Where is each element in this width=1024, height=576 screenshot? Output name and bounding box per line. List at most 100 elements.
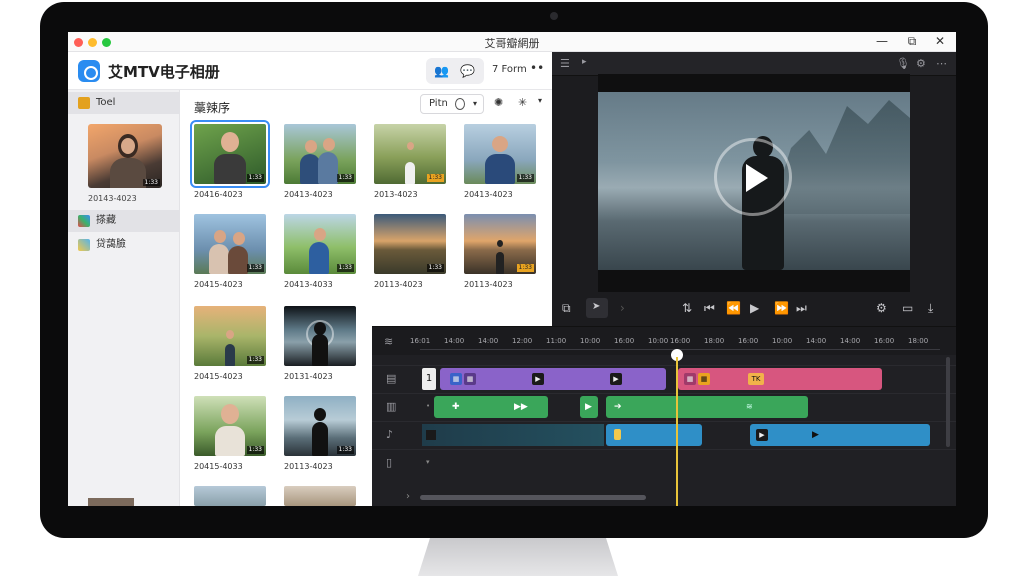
timeline-clip-purple[interactable]: ▦ ▦ ▶ ▶ <box>440 368 666 390</box>
rewind-icon[interactable]: ⏮ <box>704 301 715 316</box>
sparkle-icon[interactable]: ✳ <box>518 96 527 109</box>
redo-icon[interactable]: › <box>620 301 625 315</box>
photo-date: 20416-4023 <box>194 190 243 199</box>
photo-thumbnail[interactable] <box>284 306 356 366</box>
audio-clip-icon <box>426 430 436 440</box>
photo-thumbnail[interactable]: 1:33 <box>284 396 356 456</box>
webcam <box>550 12 558 20</box>
app-name: 艾MTV电子相册 <box>108 63 220 81</box>
time-ruler[interactable]: ≋ 16:01 14:00 14:00 12:00 11:00 10:00 16… <box>372 327 956 355</box>
effects-gear-icon[interactable]: ⚙ <box>876 301 887 315</box>
album-cover-thumbnail[interactable]: 1:33 <box>88 124 162 188</box>
timeline-clip-green-short[interactable]: ▶ <box>580 396 598 418</box>
sidebar-item-tool[interactable]: Toel <box>68 92 180 114</box>
content-title: 藁辣序 <box>194 101 231 115</box>
audio-waveform[interactable] <box>422 424 604 446</box>
pointer-icon[interactable]: ▸ <box>582 57 587 67</box>
ruler-tick: 11:00 <box>546 337 567 345</box>
photo-thumbnail[interactable]: 1:33 <box>374 124 446 184</box>
menu-icon[interactable]: ☰ <box>560 57 570 70</box>
photo-thumbnail[interactable]: 1:33 <box>374 214 446 274</box>
chevron-right-icon[interactable]: › <box>406 491 410 502</box>
playback-controls: ⧉ ➤ › ⇅ ⏮ ⏪ ▶ ⏩ ⏭ ⚙ ▭ ⤓ <box>552 294 956 322</box>
timeline-clip-green[interactable]: ✚ ▶▶ <box>434 396 548 418</box>
fast-forward-icon[interactable]: ⏭ <box>796 301 807 316</box>
settings-gear-icon[interactable]: ✺ <box>494 96 503 109</box>
play-button-icon[interactable]: ▶ <box>750 301 759 315</box>
palette-icon <box>78 215 90 227</box>
playhead[interactable] <box>676 357 678 506</box>
device-icon: ▯ <box>386 456 393 469</box>
chevron-down-icon[interactable]: ▾ <box>538 96 542 105</box>
duration-badge: 1:33 <box>336 446 354 454</box>
photo-date: 20113-4023 <box>464 280 513 289</box>
view-mode-label[interactable]: 7 Form <box>492 64 527 75</box>
chevron-down-icon: ▾ <box>473 99 478 108</box>
video-track-2: ▥ • ✚ ▶▶ ▶ ➔ ≋ <box>372 393 956 419</box>
timeline-settings-icon[interactable]: ≋ <box>384 335 393 348</box>
duration-badge: 1:33 <box>246 356 264 364</box>
ruler-tick: 16:00 <box>614 337 635 345</box>
filter-dropdown[interactable]: Pitn ▾ <box>420 94 484 114</box>
step-forward-icon[interactable]: ⏩ <box>774 301 789 315</box>
crop-icon[interactable]: ⧉ <box>562 301 571 316</box>
ruler-tick: 18:00 <box>908 337 929 345</box>
overlay-track-icon: ▥ <box>386 400 397 413</box>
ruler-tick: 12:00 <box>512 337 533 345</box>
microphone-icon[interactable]: 🎙 <box>896 57 910 70</box>
timeline-clip-pink[interactable]: ▦ ▦ TK <box>678 368 882 390</box>
clip-marker: ▶ <box>812 430 819 440</box>
photo-thumbnail[interactable]: 1:33 <box>464 124 536 184</box>
gallery-icon <box>78 239 90 251</box>
video-preview[interactable] <box>598 74 910 270</box>
sidebar-item-favorites[interactable]: 搽藏 <box>68 210 180 232</box>
photo-thumbnail[interactable]: 1:33 <box>194 214 266 274</box>
filter-label: Pitn <box>429 98 448 109</box>
photo-thumbnail[interactable]: 1:33 <box>284 124 356 184</box>
vertical-scrollbar[interactable] <box>946 357 950 447</box>
photo-date: 20113-4023 <box>374 280 423 289</box>
monitor-stand <box>418 538 618 576</box>
letterbox-top <box>598 74 910 92</box>
album-thumbnail[interactable] <box>88 498 134 506</box>
chat-icon[interactable]: 💬 <box>460 64 475 78</box>
maximize-button[interactable]: ⧉ <box>904 34 920 49</box>
settings-gear-icon[interactable]: ⚙ <box>916 57 926 70</box>
people-icon[interactable]: 👥 <box>434 64 449 78</box>
close-button[interactable]: ✕ <box>932 34 948 48</box>
export-icon[interactable]: ⤓ <box>928 301 933 316</box>
minimize-button[interactable]: — <box>874 34 890 48</box>
more-menu-button[interactable]: •• <box>530 61 544 75</box>
photo-thumbnail[interactable]: 1:33 <box>284 214 356 274</box>
ruler-tick: 14:00 <box>806 337 827 345</box>
music-icon: ♪ <box>386 428 394 441</box>
photo-thumbnail[interactable]: 1:33 <box>194 306 266 366</box>
photo-thumbnail[interactable] <box>284 486 356 506</box>
photo-thumbnail[interactable] <box>194 486 266 506</box>
duration-badge: 1:33 <box>246 446 264 454</box>
text-track: ▯ ▾ <box>372 449 956 475</box>
screen-icon[interactable]: ▭ <box>902 301 913 315</box>
video-track-1: ▤ 1 ▦ ▦ ▶ ▶ ▦ ▦ TK <box>372 365 956 391</box>
timeline-panel: ≋ 16:01 14:00 14:00 12:00 11:00 10:00 16… <box>372 326 956 506</box>
clip-marker: ▶▶ <box>514 402 528 412</box>
photo-date: 20413-4023 <box>284 190 333 199</box>
photo-thumbnail[interactable]: 1:33 <box>194 396 266 456</box>
duration-badge: 1:33 <box>426 264 444 272</box>
more-icon[interactable]: ⋯ <box>936 57 947 70</box>
photo-date: 20413-4033 <box>284 280 333 289</box>
photo-thumbnail[interactable]: 1:33 <box>464 214 536 274</box>
sidebar-item-gallery[interactable]: 贷藹臉 <box>68 234 180 256</box>
step-back-icon[interactable]: ⏪ <box>726 301 741 315</box>
split-icon[interactable]: ⇅ <box>682 301 692 315</box>
play-icon[interactable] <box>746 164 768 192</box>
track-number[interactable]: 1 <box>422 368 436 390</box>
timeline-clip-green-long[interactable]: ➔ ≋ <box>606 396 808 418</box>
horizontal-scrollbar[interactable] <box>420 495 646 500</box>
photo-thumbnail[interactable]: 1:33 <box>190 120 270 188</box>
cursor-icon[interactable]: ➤ <box>592 301 600 312</box>
ruler-tick: 10:00 <box>580 337 601 345</box>
photo-date: 20415-4033 <box>194 462 243 471</box>
timeline-clip-blue-long[interactable]: ▶ ▶ <box>750 424 930 446</box>
timeline-clip-blue[interactable] <box>606 424 702 446</box>
